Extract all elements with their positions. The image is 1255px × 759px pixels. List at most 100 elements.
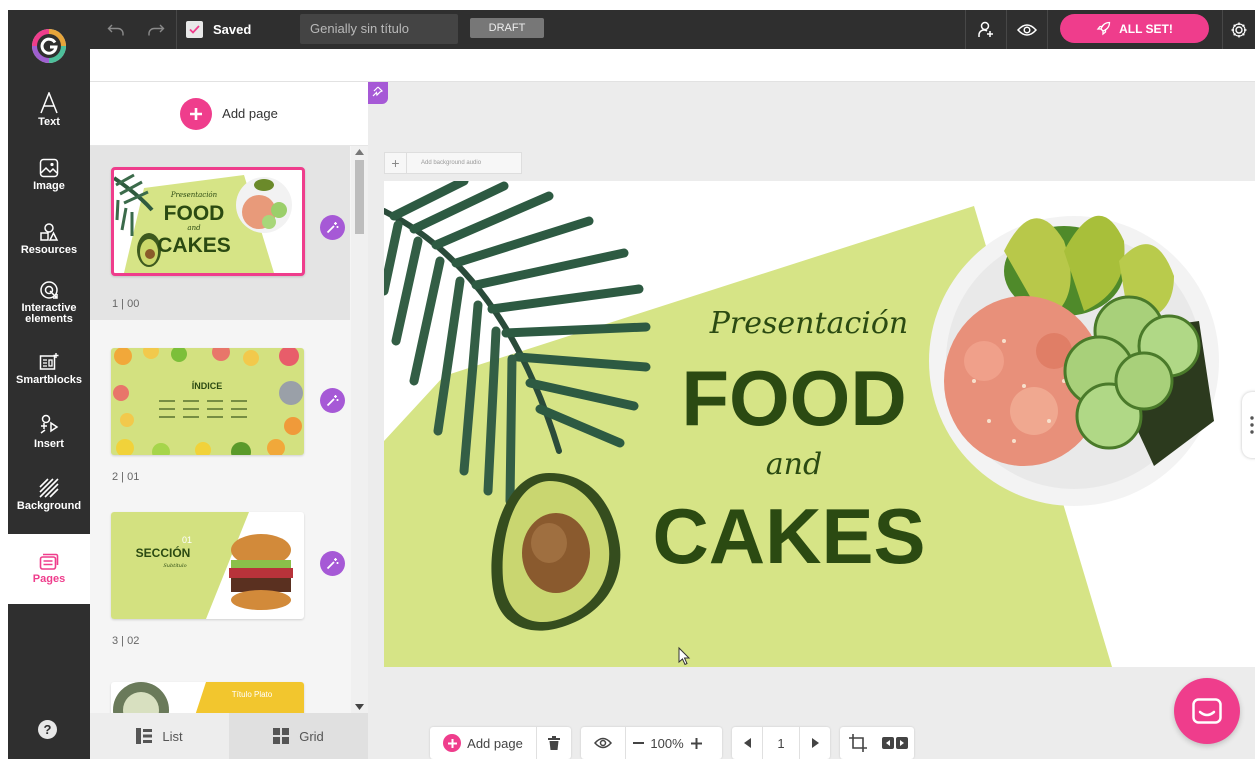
page-navigation-group: 1 [732,727,830,759]
page-item-1[interactable]: Presentación FOOD and CAKES 1 | 00 [90,146,350,320]
sidebar-item-resources[interactable]: Resources [8,222,90,270]
magic-wand-button[interactable] [320,215,345,240]
minus-icon [632,742,644,744]
preview-page-button[interactable] [581,727,625,759]
genially-logo-icon [32,29,66,63]
sidebar-item-smartblocks[interactable]: Smartblocks [8,352,90,400]
page-thumbnail[interactable]: 01 SECCIÓN Subtítulo [111,512,304,619]
left-sidebar: Text Image Resources Interactive element… [8,82,90,759]
zoom-in-button[interactable] [684,727,708,759]
next-page-button[interactable] [800,727,830,759]
pin-icon [372,86,383,97]
saved-indicator: Saved [186,10,286,49]
slide-canvas[interactable]: Presentación FOOD and CAKES [384,181,1255,667]
slide-joiner[interactable]: and [766,447,822,482]
list-view-button[interactable]: List [90,713,229,759]
undo-button[interactable] [96,10,136,49]
add-background-audio-button[interactable]: + Add background audio [384,152,522,174]
slide-thumbnail-art: 01 SECCIÓN Subtítulo [111,512,293,619]
current-page-number[interactable]: 1 [763,727,799,759]
crop-icon [849,734,867,752]
chat-support-button[interactable] [1174,678,1240,744]
toolbar-strip [90,49,1255,82]
sidebar-item-background[interactable]: Background [8,478,90,526]
grid-label: Grid [299,728,324,744]
right-panel-handle[interactable] [1242,392,1255,458]
sidebar-item-label: Insert [34,438,64,450]
add-page-bottom-button[interactable]: Add page [430,727,536,759]
top-bar: Saved Genially sin título DRAFT ALL SET! [8,10,1255,49]
plus-icon: + [385,153,407,173]
sidebar-item-text[interactable]: Text [8,92,90,140]
thumb-joiner: and [187,224,201,232]
background-icon [39,478,59,498]
add-page-top-button[interactable]: Add page [90,82,368,146]
magic-wand-icon [326,222,339,234]
chat-icon [1192,698,1222,724]
slide-kicker[interactable]: Presentación [709,306,908,341]
scroll-thumb[interactable] [355,160,364,234]
preview-button[interactable] [1007,10,1047,49]
sidebar-item-interactive-elements[interactable]: Interactive elements [8,280,90,340]
slide-title-b[interactable]: CAKES [652,492,925,580]
sidebar-item-pages[interactable]: Pages [8,534,90,604]
eye-icon [594,737,612,749]
list-icon [136,728,153,744]
thumb-subtitle: Subtítulo [163,562,186,569]
slide-title-a[interactable]: FOOD [681,354,906,442]
add-collaborator-button[interactable] [966,10,1006,49]
page-number: 2 | 01 [112,471,140,483]
settings-button[interactable] [1224,10,1254,49]
sidebar-item-label: Pages [32,573,66,585]
page-item-4[interactable]: Título Plato [90,660,350,713]
pin-panel-button[interactable] [368,82,388,104]
scroll-up-icon[interactable] [355,149,364,155]
pages-icon [39,553,59,570]
page-thumbnail[interactable]: Título Plato [111,682,304,713]
pages-panel: Add page Presentación FOOD and CAKES 1 |… [90,82,368,759]
page-number: 1 | 00 [112,298,140,310]
sidebar-item-insert[interactable]: Insert [8,414,90,462]
magic-wand-button[interactable] [320,388,345,413]
magic-wand-button[interactable] [320,551,345,576]
thumb-title: ÍNDICE [192,381,223,391]
zoom-out-button[interactable] [626,727,650,759]
slide-artwork: Presentación FOOD and CAKES [384,181,1219,667]
view-controls-group: 100% [581,727,722,759]
background-audio-label: Add background audio [421,160,482,166]
document-title-input[interactable]: Genially sin título [300,14,458,44]
redo-button[interactable] [136,10,176,49]
scroll-down-icon[interactable] [355,704,364,710]
add-page-label: Add page [222,106,278,121]
crop-button[interactable] [840,727,876,759]
page-item-2[interactable]: ÍNDICE 2 | 01 [90,320,350,490]
more-dots-icon [1250,416,1254,434]
page-thumbnail[interactable]: Presentación FOOD and CAKES [111,167,305,276]
slide-thumbnail-art: ÍNDICE [113,348,303,455]
text-icon [40,92,58,114]
genially-logo[interactable] [8,10,90,82]
page-item-3[interactable]: 01 SECCIÓN Subtítulo 3 | 02 [90,490,350,660]
fit-width-button[interactable] [876,727,914,759]
canvas-area: + Add background audio Presentación FOOD… [368,82,1255,759]
all-set-button[interactable]: ALL SET! [1060,14,1209,43]
page-number: 3 | 02 [112,635,140,647]
rocket-icon [1096,21,1111,36]
sidebar-item-label: Smartblocks [15,374,83,386]
separator [1222,10,1223,49]
help-button[interactable]: ? [38,720,57,739]
pages-scrollbar[interactable] [351,146,368,719]
delete-page-button[interactable] [537,727,571,759]
gear-icon [1231,22,1247,37]
sidebar-item-label: Background [16,500,82,512]
eye-icon [1017,23,1037,36]
grid-view-button[interactable]: Grid [229,713,368,759]
add-page-label: Add page [467,735,523,751]
previous-page-button[interactable] [732,727,762,759]
arrow-right-icon [811,738,819,748]
thumb-section-number: 01 [182,535,192,545]
status-badge: DRAFT [470,18,544,38]
sidebar-item-image[interactable]: Image [8,158,90,206]
trash-icon [548,736,560,750]
page-thumbnail[interactable]: ÍNDICE [111,348,304,455]
